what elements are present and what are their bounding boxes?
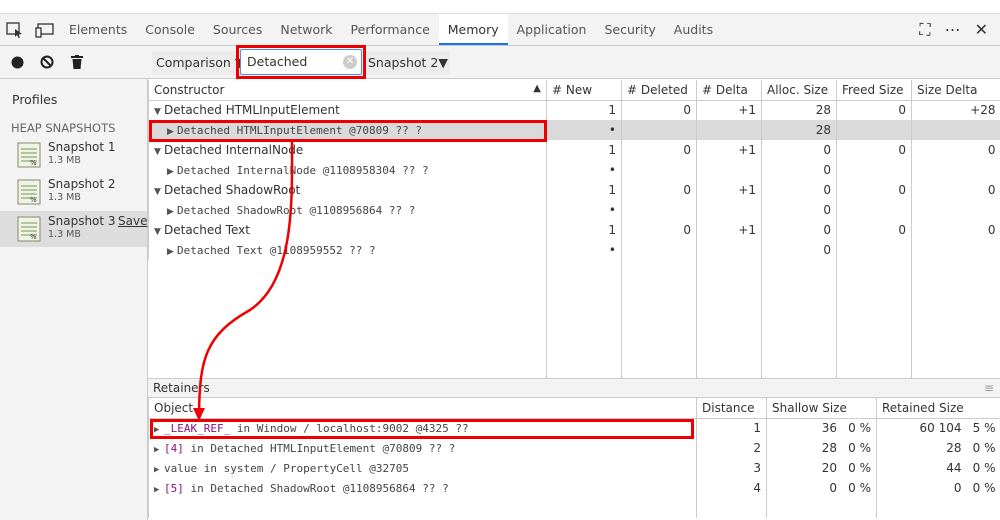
annotation-arrow	[193, 141, 294, 421]
